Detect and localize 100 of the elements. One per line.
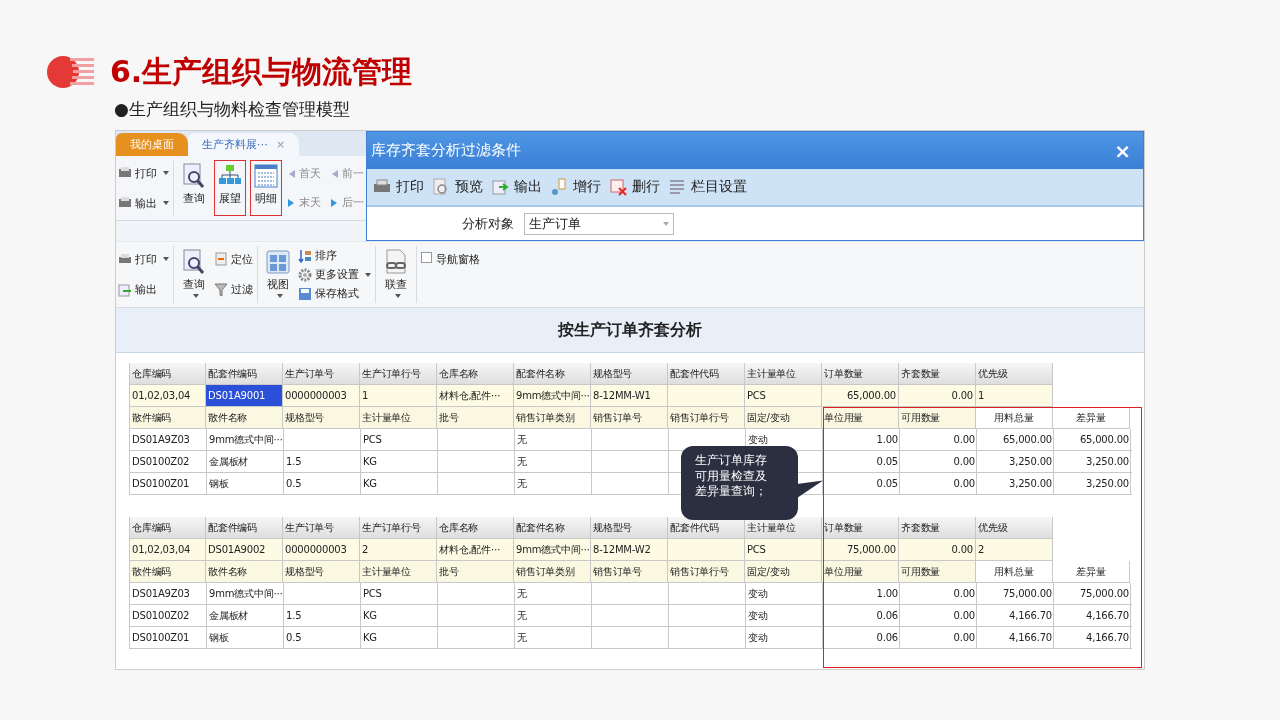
column-header: 散件编码 — [129, 561, 206, 583]
nav-button[interactable]: 后一 — [329, 195, 364, 210]
table-cell[interactable]: 01,02,03,04 — [129, 385, 206, 407]
table-cell-text: 钢板 — [208, 630, 230, 645]
caret-icon — [192, 294, 199, 298]
table-cell[interactable]: 9mm德式中间⋯ — [514, 539, 591, 561]
toolbar-button[interactable]: 更多设置 — [298, 267, 371, 282]
table-cell-text: 0.5 — [285, 477, 303, 491]
column-header: 配套件编码 — [206, 363, 283, 385]
close-icon[interactable]: × — [1114, 138, 1131, 163]
column-header: 固定/变动 — [745, 407, 822, 429]
column-header: 订单数量 — [822, 517, 899, 539]
table-cell-text: 0.00 — [952, 609, 976, 623]
table-cell-text: DS01A9Z03 — [131, 433, 191, 447]
table-cell-text: 1.00 — [875, 433, 899, 447]
table-cell-text: KG — [362, 631, 378, 645]
table-cell[interactable]: 9mm德式中间⋯ — [514, 385, 591, 407]
columns-icon — [668, 178, 686, 196]
table-cell[interactable]: 65,000.00 — [822, 385, 899, 407]
column-header: 仓库名称 — [437, 363, 514, 385]
locate-icon — [214, 252, 228, 267]
callout-text: 生产订单库存可用量检查及差异量查询； — [695, 453, 768, 500]
column-header: 固定/变动 — [745, 561, 822, 583]
nav-button[interactable]: 首天 — [286, 166, 321, 181]
toolbar-button[interactable]: 展望 — [214, 160, 246, 216]
toolbar-button[interactable]: 视图 — [262, 246, 294, 303]
column-header: 规格型号 — [591, 363, 668, 385]
table-cell[interactable] — [668, 539, 745, 561]
column-header: 订单数量 — [822, 363, 899, 385]
table-cell[interactable]: 75,000.00 — [822, 539, 899, 561]
table-cell[interactable]: DS01A9001 — [206, 385, 283, 407]
table-cell[interactable]: 0.00 — [899, 539, 976, 561]
table-cell-text: 1.00 — [875, 587, 899, 601]
table-cell[interactable] — [668, 385, 745, 407]
table-cell[interactable]: 8-12MM-W2 — [591, 539, 668, 561]
column-header: 可用数量 — [899, 561, 976, 583]
search-icon — [182, 249, 206, 275]
table-cell[interactable]: PCS — [745, 539, 822, 561]
toolbar-button[interactable]: 明细 — [250, 160, 282, 216]
table-cell[interactable]: 0000000003 — [283, 385, 360, 407]
nav-button[interactable]: 末天 — [286, 195, 321, 210]
nav-button[interactable]: 前一 — [329, 166, 364, 181]
table-cell-text: 金属板材 — [208, 608, 250, 623]
toolbar-button[interactable]: 排序 — [298, 248, 371, 263]
table-cell-text: 0.00 — [952, 455, 976, 469]
toolbar-button[interactable]: 定位 — [214, 251, 253, 267]
table-cell-text: KG — [362, 609, 378, 623]
column-header: 单位用量 — [822, 561, 899, 583]
dropdown-field[interactable]: 生产订单 — [524, 212, 674, 235]
toolbar-button[interactable]: 预览 — [432, 178, 483, 196]
toolbar-button[interactable]: 打印 — [373, 178, 424, 196]
table-cell-text: 无 — [516, 476, 528, 491]
toolbar-button[interactable]: 打印 — [118, 251, 169, 267]
table-cell[interactable]: PCS — [745, 385, 822, 407]
toolbar-button[interactable]: 输出 — [491, 178, 542, 196]
checkbox[interactable]: 导航窗格 — [421, 246, 480, 303]
toolbar-button[interactable]: 查询 — [178, 246, 210, 303]
toolbar-button[interactable]: 过滤 — [214, 282, 253, 298]
table-cell[interactable]: 8-12MM-W1 — [591, 385, 668, 407]
toolbar-button[interactable]: 打印 — [118, 165, 169, 181]
caret-icon — [365, 272, 371, 277]
table-cell-text: 无 — [516, 630, 528, 645]
table-cell-text: 0.06 — [875, 609, 899, 623]
table-cell[interactable]: 0000000003 — [283, 539, 360, 561]
table-cell-text: 0.00 — [952, 631, 976, 645]
toolbar-button[interactable]: 联查 — [380, 246, 412, 303]
toolbar-button[interactable]: 查询 — [178, 160, 210, 216]
table-cell[interactable]: 0.00 — [899, 385, 976, 407]
toolbar-button[interactable]: 增行 — [550, 178, 601, 196]
toolbar-button[interactable]: 删行 — [609, 178, 660, 196]
table-cell-text: 4,166.70 — [1008, 609, 1053, 623]
column-header: 规格型号 — [591, 517, 668, 539]
table-cell[interactable]: 材料仓,配件⋯ — [437, 385, 514, 407]
toolbar-button[interactable]: 栏目设置 — [668, 178, 747, 196]
toolbar-button[interactable]: 输出 — [118, 195, 169, 211]
column-header: 散件编码 — [129, 407, 206, 429]
table-cell-text: 75,000.00 — [1078, 587, 1130, 601]
column-header: 齐套数量 — [899, 517, 976, 539]
table-cell[interactable]: 材料仓,配件⋯ — [437, 539, 514, 561]
table-cell[interactable]: 2 — [360, 539, 437, 561]
table-cell-text: PCS — [362, 433, 383, 447]
table-cell[interactable]: 1 — [976, 385, 1053, 407]
tab[interactable]: 生产齐料展⋯ × — [188, 133, 300, 156]
table-cell[interactable]: 01,02,03,04 — [129, 539, 206, 561]
chain-icon — [384, 249, 408, 275]
caret-icon — [163, 171, 169, 175]
column-header: 生产订单号 — [283, 363, 360, 385]
table-cell[interactable]: 2 — [976, 539, 1053, 561]
table-cell[interactable]: 1 — [360, 385, 437, 407]
toolbar-button[interactable]: 输出 — [118, 282, 169, 298]
column-header: 仓库名称 — [437, 517, 514, 539]
table-cell-text: KG — [362, 477, 378, 491]
table-cell-text: 9mm德式中间⋯ — [208, 432, 284, 447]
slide-subtitle: ●生产组织与物料检查管理模型 — [114, 98, 351, 121]
table-cell-text: 钢板 — [208, 476, 230, 491]
table-cell-text: 3,250.00 — [1085, 477, 1130, 491]
table-cell[interactable]: DS01A9002 — [206, 539, 283, 561]
table-cell-text: DS0100Z01 — [131, 631, 191, 645]
column-header: 差异量 — [1053, 407, 1130, 429]
toolbar-button[interactable]: 保存格式 — [298, 286, 371, 301]
